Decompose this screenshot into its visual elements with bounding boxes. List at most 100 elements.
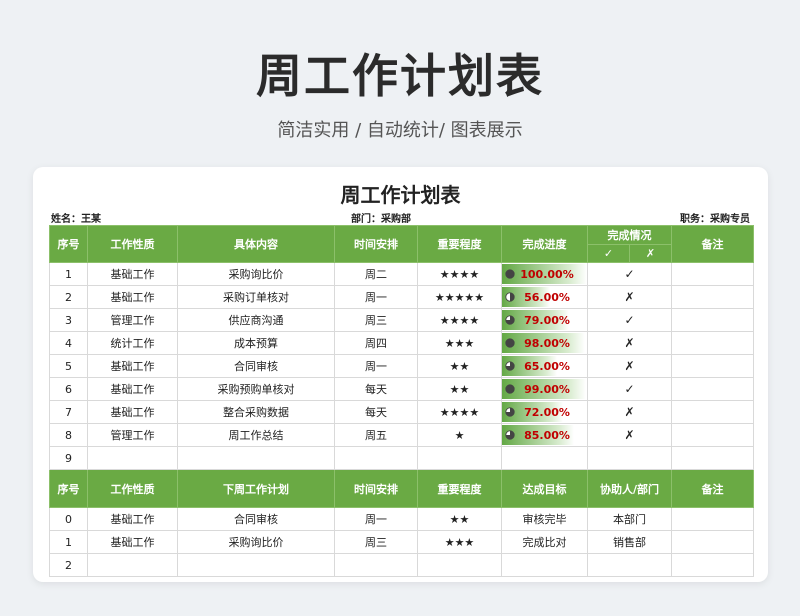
- status-cell[interactable]: ✗: [587, 285, 672, 309]
- type-cell[interactable]: 基础工作: [87, 507, 178, 531]
- schedule-cell[interactable]: 周一: [334, 285, 418, 309]
- header2-importance: 重要程度: [417, 469, 502, 508]
- importance-cell[interactable]: ★★: [417, 354, 502, 378]
- status-cell[interactable]: ✓: [587, 377, 672, 401]
- status-cell[interactable]: [587, 446, 672, 470]
- index-cell[interactable]: 3: [49, 308, 88, 332]
- type-cell[interactable]: [87, 553, 178, 577]
- index-cell[interactable]: 0: [49, 507, 88, 531]
- schedule-cell[interactable]: 周五: [334, 423, 418, 447]
- notes-cell[interactable]: [671, 423, 754, 447]
- type-cell[interactable]: 基础工作: [87, 354, 178, 378]
- content-cell[interactable]: 供应商沟通: [177, 308, 335, 332]
- status-cell[interactable]: ✗: [587, 423, 672, 447]
- plan-cell[interactable]: 合同审核: [177, 507, 335, 531]
- index-cell[interactable]: 7: [49, 400, 88, 424]
- notes-cell[interactable]: [671, 331, 754, 355]
- index-cell[interactable]: 9: [49, 446, 88, 470]
- schedule-cell[interactable]: 周一: [334, 354, 418, 378]
- status-cell[interactable]: ✗: [587, 354, 672, 378]
- plan-cell[interactable]: [177, 553, 335, 577]
- notes-cell[interactable]: [671, 285, 754, 309]
- index-cell[interactable]: 5: [49, 354, 88, 378]
- importance-cell[interactable]: ★★★★★: [417, 285, 502, 309]
- notes-cell[interactable]: [671, 553, 754, 577]
- content-cell[interactable]: 周工作总结: [177, 423, 335, 447]
- content-cell[interactable]: 采购订单核对: [177, 285, 335, 309]
- schedule-cell[interactable]: 每天: [334, 400, 418, 424]
- schedule-cell[interactable]: 每天: [334, 377, 418, 401]
- header-status-not: ✗: [629, 244, 672, 263]
- schedule-cell[interactable]: 周三: [334, 308, 418, 332]
- helper-cell[interactable]: [587, 553, 672, 577]
- status-cell[interactable]: ✓: [587, 308, 672, 332]
- type-cell[interactable]: [87, 446, 178, 470]
- content-cell[interactable]: 成本预算: [177, 331, 335, 355]
- index-cell[interactable]: 1: [49, 530, 88, 554]
- content-cell[interactable]: 合同审核: [177, 354, 335, 378]
- type-cell[interactable]: 管理工作: [87, 308, 178, 332]
- importance-cell[interactable]: ★★★★: [417, 262, 502, 286]
- content-cell[interactable]: [177, 446, 335, 470]
- helper-cell[interactable]: 本部门: [587, 507, 672, 531]
- content-cell[interactable]: 采购预购单核对: [177, 377, 335, 401]
- schedule-cell[interactable]: [334, 446, 418, 470]
- table-row: 4 统计工作 成本预算 周四 ★★★ 98.00% ✗: [49, 331, 754, 355]
- status-cell[interactable]: ✗: [587, 331, 672, 355]
- index-cell[interactable]: 1: [49, 262, 88, 286]
- progress-cell[interactable]: 100.00%: [501, 262, 588, 286]
- schedule-cell[interactable]: 周四: [334, 331, 418, 355]
- notes-cell[interactable]: [671, 507, 754, 531]
- type-cell[interactable]: 基础工作: [87, 400, 178, 424]
- progress-cell[interactable]: 65.00%: [501, 354, 588, 378]
- type-cell[interactable]: 基础工作: [87, 530, 178, 554]
- schedule-cell[interactable]: 周二: [334, 262, 418, 286]
- progress-cell[interactable]: 98.00%: [501, 331, 588, 355]
- status-cell[interactable]: ✓: [587, 262, 672, 286]
- progress-pie-icon: [505, 338, 515, 348]
- importance-cell[interactable]: ★★★: [417, 530, 502, 554]
- content-cell[interactable]: 整合采购数据: [177, 400, 335, 424]
- plan-cell[interactable]: 采购询比价: [177, 530, 335, 554]
- type-cell[interactable]: 基础工作: [87, 285, 178, 309]
- notes-cell[interactable]: [671, 377, 754, 401]
- progress-cell[interactable]: 72.00%: [501, 400, 588, 424]
- index-cell[interactable]: 6: [49, 377, 88, 401]
- importance-cell[interactable]: ★★★★: [417, 308, 502, 332]
- type-cell[interactable]: 统计工作: [87, 331, 178, 355]
- importance-cell[interactable]: [417, 553, 502, 577]
- goal-cell[interactable]: [501, 553, 588, 577]
- schedule-cell[interactable]: 周三: [334, 530, 418, 554]
- goal-cell[interactable]: 审核完毕: [501, 507, 588, 531]
- notes-cell[interactable]: [671, 262, 754, 286]
- importance-cell[interactable]: ★★★: [417, 331, 502, 355]
- goal-cell[interactable]: 完成比对: [501, 530, 588, 554]
- notes-cell[interactable]: [671, 354, 754, 378]
- importance-cell[interactable]: [417, 446, 502, 470]
- progress-cell[interactable]: 56.00%: [501, 285, 588, 309]
- notes-cell[interactable]: [671, 308, 754, 332]
- notes-cell[interactable]: [671, 400, 754, 424]
- schedule-cell[interactable]: 周一: [334, 507, 418, 531]
- progress-cell[interactable]: 79.00%: [501, 308, 588, 332]
- importance-cell[interactable]: ★: [417, 423, 502, 447]
- type-cell[interactable]: 基础工作: [87, 262, 178, 286]
- index-cell[interactable]: 2: [49, 553, 88, 577]
- index-cell[interactable]: 4: [49, 331, 88, 355]
- schedule-cell[interactable]: [334, 553, 418, 577]
- importance-cell[interactable]: ★★: [417, 377, 502, 401]
- importance-cell[interactable]: ★★★★: [417, 400, 502, 424]
- type-cell[interactable]: 基础工作: [87, 377, 178, 401]
- importance-cell[interactable]: ★★: [417, 507, 502, 531]
- type-cell[interactable]: 管理工作: [87, 423, 178, 447]
- progress-cell[interactable]: 99.00%: [501, 377, 588, 401]
- index-cell[interactable]: 8: [49, 423, 88, 447]
- content-cell[interactable]: 采购询比价: [177, 262, 335, 286]
- notes-cell[interactable]: [671, 530, 754, 554]
- index-cell[interactable]: 2: [49, 285, 88, 309]
- progress-cell[interactable]: 85.00%: [501, 423, 588, 447]
- progress-cell[interactable]: [501, 446, 588, 470]
- notes-cell[interactable]: [671, 446, 754, 470]
- status-cell[interactable]: ✗: [587, 400, 672, 424]
- helper-cell[interactable]: 销售部: [587, 530, 672, 554]
